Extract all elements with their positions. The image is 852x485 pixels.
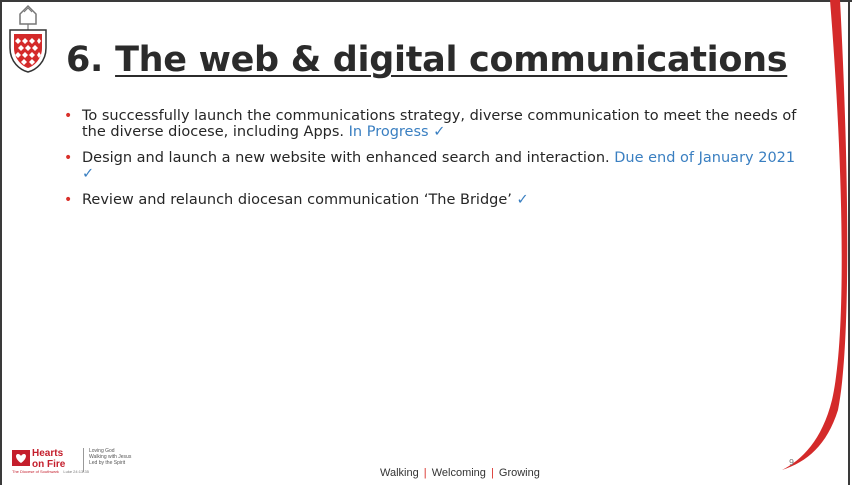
check-icon: ✓ (433, 124, 446, 140)
slide-frame-left (0, 0, 2, 485)
motto-welcoming: Welcoming (431, 467, 486, 479)
slide-title: 6. The web & digital communications (66, 40, 788, 80)
slide: 6. The web & digital communications • To … (0, 0, 852, 485)
motto-growing: Growing (498, 467, 540, 479)
logo-tagline: Loving God Walking with Jesus Led by the… (89, 448, 131, 466)
logo-ref-text: Luke 24:13-35 (63, 469, 89, 474)
motto-walking: Walking (380, 467, 419, 479)
bullet-text: Review and relaunch diocesan communicati… (82, 192, 517, 208)
logo-wordmark: Hearts on Fire (32, 448, 65, 470)
motto-separator: | (423, 467, 427, 479)
check-icon: ✓ (82, 166, 95, 182)
logo-subtitle: The Diocese of Southwark Luke 24:13-35 (12, 469, 89, 474)
bullet-list: • To successfully launch the communicati… (62, 108, 802, 218)
page-number: 9 (789, 458, 795, 467)
check-icon: ✓ (516, 192, 529, 208)
hearts-on-fire-logo: Hearts on Fire Loving God Walking with J… (12, 446, 192, 476)
diocese-crest-icon (9, 4, 47, 73)
title-text: The web & digital communications (115, 40, 788, 80)
logo-line-1: Hearts (32, 448, 64, 459)
logo-sub-text: The Diocese of Southwark (12, 469, 59, 474)
bullet-item-2: • Design and launch a new website with e… (62, 150, 802, 182)
motto-separator: | (490, 467, 494, 479)
bullet-marker: • (64, 192, 73, 208)
slide-frame-top (0, 0, 852, 2)
bullet-text: Design and launch a new website with enh… (82, 150, 615, 166)
hearts-on-fire-logo-icon (12, 450, 30, 466)
title-number: 6. (66, 40, 104, 80)
footer-motto: Walking | Welcoming | Growing (380, 467, 540, 479)
bullet-item-1: • To successfully launch the communicati… (62, 108, 802, 140)
bullet-status: Due end of January 2021 (614, 150, 796, 166)
bullet-marker: • (64, 108, 73, 124)
tagline-3: Led by the Spirit (89, 460, 126, 466)
bullet-marker: • (64, 150, 73, 166)
bullet-status: In Progress (348, 124, 429, 140)
red-swoosh-decoration (782, 0, 850, 485)
bullet-item-3: • Review and relaunch diocesan communica… (62, 192, 802, 208)
